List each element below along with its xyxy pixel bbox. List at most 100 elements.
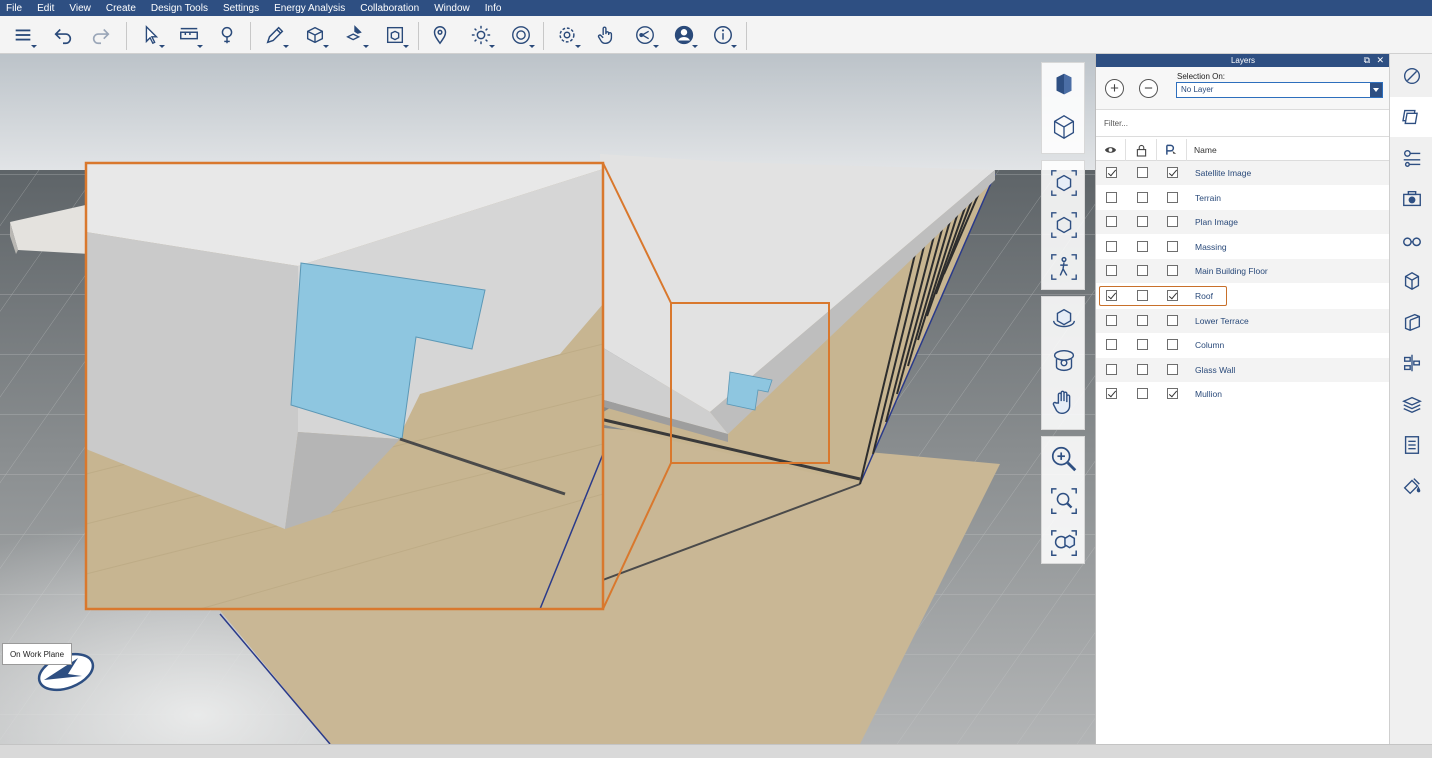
lock-checkbox[interactable] xyxy=(1137,191,1148,203)
visibility-checkbox[interactable] xyxy=(1106,191,1117,203)
settings-button[interactable] xyxy=(552,19,582,51)
lock-checkbox[interactable] xyxy=(1137,240,1148,252)
scenes-palette-button[interactable] xyxy=(1390,179,1432,219)
fit-view-button[interactable] xyxy=(1048,167,1080,199)
layers-stack-button[interactable] xyxy=(8,19,38,51)
selectable-column-header[interactable] xyxy=(1157,139,1187,161)
visibility-checkbox[interactable] xyxy=(1106,240,1117,252)
menu-edit[interactable]: Edit xyxy=(37,3,54,14)
lock-column-header[interactable] xyxy=(1126,139,1157,161)
layer-row[interactable]: Plan Image xyxy=(1096,210,1390,235)
info-button[interactable] xyxy=(708,19,738,51)
remove-layer-button[interactable]: − xyxy=(1139,79,1158,98)
components-palette-button[interactable] xyxy=(1390,261,1432,301)
sun-button[interactable] xyxy=(466,19,496,51)
paint-palette-button[interactable] xyxy=(1390,466,1432,506)
steering-wheel-button[interactable] xyxy=(506,19,536,51)
menu-view[interactable]: View xyxy=(69,3,91,14)
touch-button[interactable] xyxy=(590,19,620,51)
modify-button[interactable] xyxy=(340,19,370,51)
section-palette-button[interactable] xyxy=(1390,302,1432,342)
menu-collaboration[interactable]: Collaboration xyxy=(360,3,419,14)
orbit-button[interactable] xyxy=(1048,303,1080,335)
menu-info[interactable]: Info xyxy=(485,3,502,14)
lock-checkbox[interactable] xyxy=(1137,314,1148,326)
light-bulb-button[interactable] xyxy=(212,19,242,51)
selectable-checkbox[interactable] xyxy=(1167,167,1178,178)
menu-create[interactable]: Create xyxy=(106,3,136,14)
layer-row[interactable]: Massing xyxy=(1096,235,1390,259)
menu-design-tools[interactable]: Design Tools xyxy=(151,3,208,14)
materials-palette-button[interactable] xyxy=(1390,56,1432,96)
visibility-checkbox[interactable] xyxy=(1106,167,1117,178)
dimension-button[interactable] xyxy=(174,19,204,51)
selection-on-dropdown[interactable]: No Layer xyxy=(1176,82,1383,98)
pan-button[interactable] xyxy=(1048,387,1080,419)
layer-row[interactable]: Satellite Image xyxy=(1096,161,1390,185)
visibility-checkbox[interactable] xyxy=(1106,216,1117,228)
zoom-window-button[interactable] xyxy=(1048,485,1080,517)
lock-checkbox[interactable] xyxy=(1137,167,1148,178)
home-view-button[interactable] xyxy=(1048,209,1080,241)
selectable-checkbox[interactable] xyxy=(1167,191,1178,203)
layer-row[interactable]: Roof xyxy=(1096,284,1390,308)
share-button[interactable] xyxy=(630,19,660,51)
layer-row[interactable]: Main Building Floor xyxy=(1096,259,1390,284)
perspective-button[interactable] xyxy=(1048,111,1080,143)
visibility-checkbox[interactable] xyxy=(1106,314,1117,326)
visibility-checkbox[interactable] xyxy=(1106,265,1117,277)
view-cube-button[interactable] xyxy=(1048,69,1080,101)
selectable-checkbox[interactable] xyxy=(1167,314,1178,326)
add-layer-button[interactable]: + xyxy=(1105,79,1124,98)
layer-row[interactable]: Terrain xyxy=(1096,186,1390,210)
lock-checkbox[interactable] xyxy=(1137,290,1148,301)
visibility-column-header[interactable] xyxy=(1096,139,1126,161)
3d-viewport[interactable]: On Work Plane xyxy=(0,54,1095,744)
layer-filter-input[interactable] xyxy=(1096,111,1390,137)
stack-palette-button[interactable] xyxy=(1390,384,1432,424)
float-panel-icon[interactable]: ⧉ xyxy=(1364,54,1370,67)
styles-palette-button[interactable] xyxy=(1390,220,1432,260)
structure-palette-button[interactable] xyxy=(1390,343,1432,383)
zoom-fit-button[interactable] xyxy=(1048,527,1080,559)
lock-checkbox[interactable] xyxy=(1137,265,1148,277)
menu-energy-analysis[interactable]: Energy Analysis xyxy=(274,3,345,14)
look-around-button[interactable] xyxy=(1048,345,1080,377)
visibility-checkbox[interactable] xyxy=(1106,339,1117,351)
lock-checkbox[interactable] xyxy=(1137,388,1148,400)
user-button[interactable] xyxy=(669,19,699,51)
menu-window[interactable]: Window xyxy=(434,3,470,14)
checklist-palette-button[interactable] xyxy=(1390,425,1432,465)
selectable-checkbox[interactable] xyxy=(1167,388,1178,400)
layer-row[interactable]: Column xyxy=(1096,333,1390,357)
walk-view-button[interactable] xyxy=(1048,251,1080,283)
selectable-checkbox[interactable] xyxy=(1167,290,1178,301)
layer-row[interactable]: Mullion xyxy=(1096,382,1390,406)
redo-button[interactable] xyxy=(86,19,116,51)
menu-settings[interactable]: Settings xyxy=(223,3,259,14)
layer-row[interactable]: Glass Wall xyxy=(1096,357,1390,382)
selectable-checkbox[interactable] xyxy=(1167,339,1178,351)
select-button[interactable] xyxy=(136,19,166,51)
visibility-checkbox[interactable] xyxy=(1106,388,1117,400)
properties-palette-button[interactable] xyxy=(1390,138,1432,178)
cube-add-button[interactable] xyxy=(300,19,330,51)
name-column-header[interactable]: Name xyxy=(1194,139,1217,161)
selectable-checkbox[interactable] xyxy=(1167,265,1178,277)
layer-row[interactable]: Lower Terrace xyxy=(1096,308,1390,333)
lock-checkbox[interactable] xyxy=(1137,363,1148,375)
lock-checkbox[interactable] xyxy=(1137,339,1148,351)
location-button[interactable] xyxy=(425,19,455,51)
close-icon[interactable]: ✕ xyxy=(1376,54,1384,67)
lock-checkbox[interactable] xyxy=(1137,216,1148,228)
visibility-checkbox[interactable] xyxy=(1106,363,1117,375)
undo-button[interactable] xyxy=(48,19,78,51)
zoom-in-button[interactable] xyxy=(1048,443,1080,475)
selectable-checkbox[interactable] xyxy=(1167,216,1178,228)
selectable-checkbox[interactable] xyxy=(1167,363,1178,375)
layers-palette-button[interactable] xyxy=(1390,97,1432,137)
sketch-button[interactable] xyxy=(260,19,290,51)
selectable-checkbox[interactable] xyxy=(1167,240,1178,252)
visibility-checkbox[interactable] xyxy=(1106,290,1117,301)
menu-file[interactable]: File xyxy=(6,3,22,14)
